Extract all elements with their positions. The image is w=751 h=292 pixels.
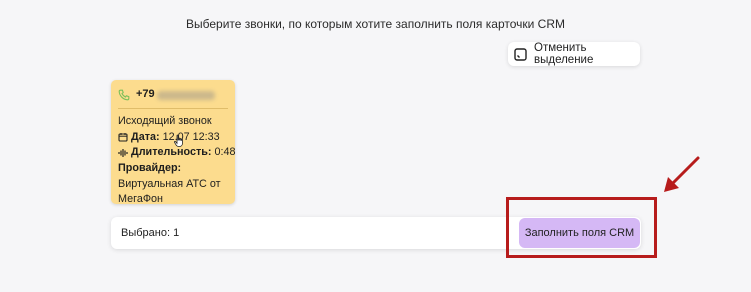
soundwave-icon <box>118 148 128 158</box>
instruction-text: Выберите звонки, по которым хотите запол… <box>186 17 565 31</box>
duration-label: Длительность: <box>131 146 212 159</box>
redacted-number <box>156 90 215 100</box>
provider-label: Провайдер: <box>118 161 182 174</box>
deselect-label: Отменить выделение <box>534 42 594 66</box>
checkbox-square-icon <box>514 47 527 61</box>
selected-count: Выбрано: 1 <box>121 227 180 239</box>
hand-cursor-icon <box>173 134 185 153</box>
phone-icon <box>118 89 130 101</box>
phone-number: +79 <box>136 88 155 101</box>
card-divider <box>118 108 228 109</box>
provider-label-row: Провайдер: <box>118 161 228 177</box>
highlight-frame <box>506 197 657 258</box>
date-value: 12.07 12:33 <box>162 130 220 143</box>
provider-line-1: Виртуальная АТС от <box>118 177 221 190</box>
calendar-icon <box>118 132 128 143</box>
call-type: Исходящий звонок <box>118 115 212 127</box>
pointer-arrow-icon <box>664 156 700 192</box>
deselect-button[interactable]: Отменить выделение <box>508 42 640 66</box>
phone-row: +79 <box>118 87 228 103</box>
duration-value: 0:48 <box>214 146 236 159</box>
date-label: Дата: <box>131 130 160 143</box>
provider-line-2: МегаФон <box>118 193 164 206</box>
